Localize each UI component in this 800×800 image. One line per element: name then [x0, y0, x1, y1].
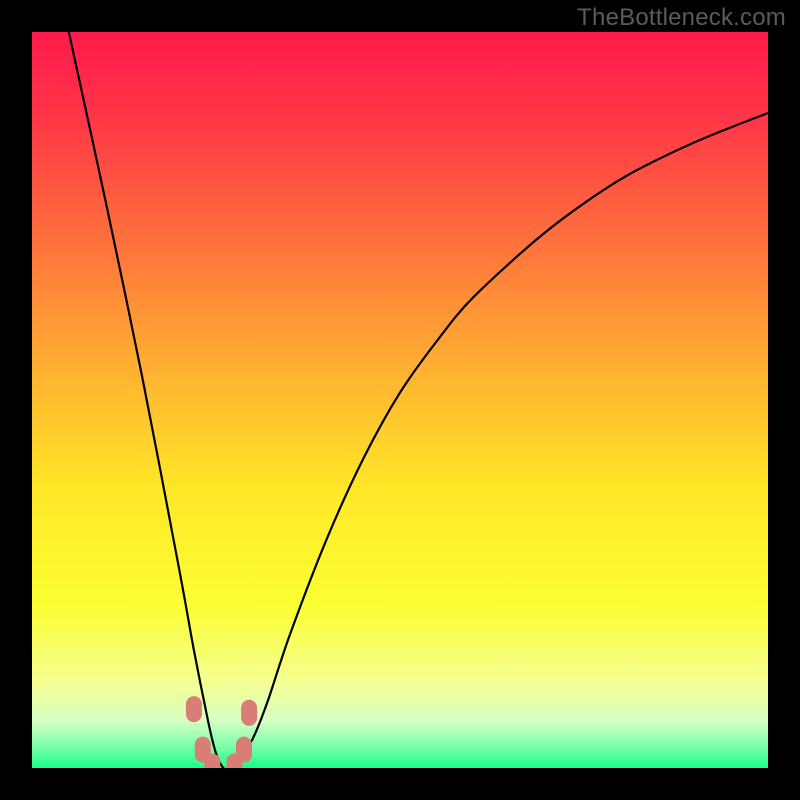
outer-frame: TheBottleneck.com	[0, 0, 800, 800]
gradient-background	[32, 32, 768, 768]
curve-marker	[236, 737, 252, 763]
plot-area	[32, 32, 768, 768]
curve-marker	[186, 696, 202, 722]
plot-svg	[32, 32, 768, 768]
curve-marker	[241, 700, 257, 726]
watermark-text: TheBottleneck.com	[577, 4, 786, 32]
